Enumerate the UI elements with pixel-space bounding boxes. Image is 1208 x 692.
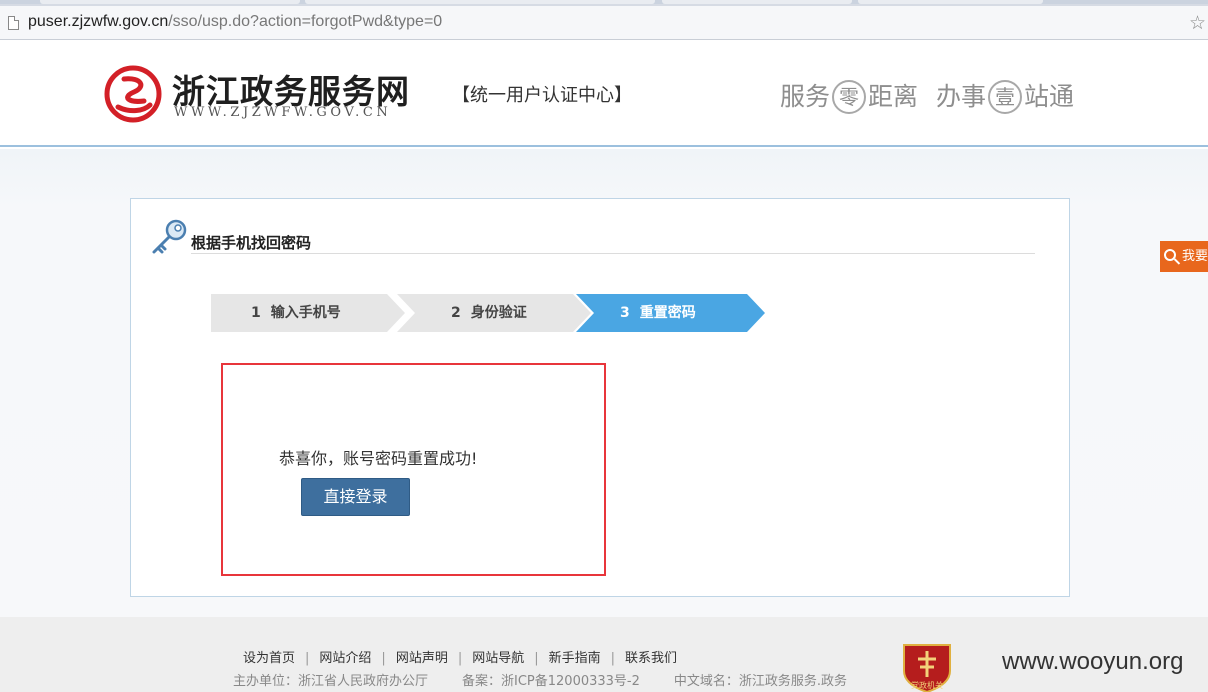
browser-tab[interactable] [858,0,1043,4]
footer-link-homepage[interactable]: 设为首页 [243,651,295,666]
browser-tab[interactable] [662,0,852,4]
zhejiang-logo-icon[interactable] [104,65,162,123]
panel-title: 根据手机找回密码 [191,234,312,252]
browser-tab[interactable] [305,0,655,4]
slogan-text: 站通 [1024,82,1075,111]
step-1-enter-phone: 1 输入手机号 [211,294,405,332]
url-host: puser.zjzwfw.gov.cn [28,13,169,30]
success-highlight-box: 恭喜你，账号密码重置成功! 直接登录 [221,363,606,576]
reset-password-panel: 根据手机找回密码 1 输入手机号 2 身份验证 3 重置密码 恭喜你，账号密码重置成功… [130,198,1070,597]
search-icon [1164,249,1176,261]
direct-login-button[interactable]: 直接登录 [301,478,410,516]
footer-info: 主办单位：浙江省人民政府办公厅 备案：浙ICP备12000333号-2 中文域名：浙… [233,670,881,689]
slogan-circled-char: 零 [832,80,867,114]
footer-icp: 备案：浙ICP备12000333号-2 [462,674,640,689]
slogan-circled-char: 壹 [988,80,1023,114]
side-float-tab[interactable]: 我要 [1160,241,1208,272]
key-icon [152,219,187,254]
slogan-text: 办事 [936,82,987,111]
footer-cn-domain: 中文域名：浙江政务服务.政务 [673,674,848,689]
success-message: 恭喜你，账号密码重置成功! [279,449,478,468]
step-3-reset-password: 3 重置密码 [576,294,765,332]
bookmark-star-icon[interactable]: ☆ [1189,12,1206,34]
auth-center-title: 【统一用户认证中心】 [452,85,632,106]
site-header: 浙江政务服务网 WWW.ZJZWFW.GOV.CN 【统一用户认证中心】 服务零… [0,41,1208,147]
footer-link-guide[interactable]: 新手指南 [549,651,601,666]
browser-tab[interactable] [40,0,300,4]
footer-organizer: 主办单位：浙江省人民政府办公厅 [233,674,429,689]
slogan-text: 距离 [868,82,919,111]
step-2-verify-identity: 2 身份验证 [397,294,591,332]
slogan-text: 服务 [780,82,831,111]
url-text[interactable]: puser.zjzwfw.gov.cn/sso/usp.do?action=fo… [28,13,442,31]
side-tab-label: 我要 [1182,249,1208,264]
step-progress: 1 输入手机号 2 身份验证 3 重置密码 [211,294,771,332]
page-icon [8,16,19,30]
url-path: /sso/usp.do?action=forgotPwd&type=0 [168,13,443,30]
address-bar[interactable]: puser.zjzwfw.gov.cn/sso/usp.do?action=fo… [0,6,1208,40]
panel-divider [191,253,1035,254]
footer-links: 设为首页 | 网站介绍 | 网站声明 | 网站导航 | 新手指南 | 联系我们 [243,651,678,666]
slogan: 服务零距离 办事壹站通 [780,77,1074,114]
party-government-badge-icon[interactable]: 党政机关 [900,641,954,692]
badge-text: 党政机关 [911,680,943,690]
footer-link-statement[interactable]: 网站声明 [396,651,448,666]
footer-link-about[interactable]: 网站介绍 [319,651,371,666]
site-domain: WWW.ZJZWFW.GOV.CN [174,105,392,120]
footer: 设为首页 | 网站介绍 | 网站声明 | 网站导航 | 新手指南 | 联系我们 主办单位：浙江省人民… [0,617,1208,692]
footer-link-contact[interactable]: 联系我们 [625,651,677,666]
watermark: www.wooyun.org [1002,648,1184,675]
footer-link-sitemap[interactable]: 网站导航 [472,651,524,666]
